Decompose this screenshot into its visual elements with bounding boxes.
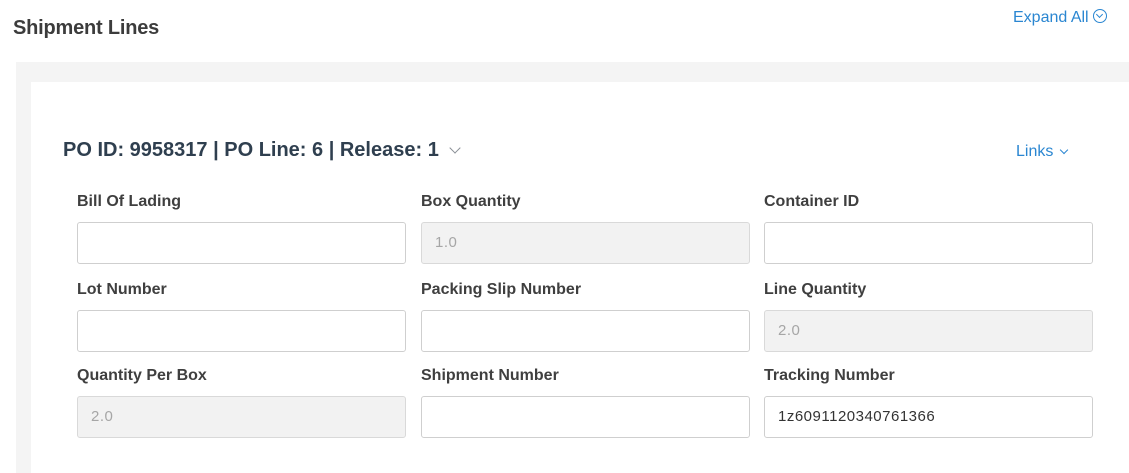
container-id-field: Container ID — [764, 193, 1095, 264]
shipment-line-header: PO ID: 9958317 | PO Line: 6 | Release: 1 — [63, 139, 461, 162]
tracking-number-label: Tracking Number — [764, 367, 895, 384]
shipment-line-title: PO ID: 9958317 | PO Line: 6 | Release: 1 — [63, 139, 439, 161]
bill-of-lading-input[interactable] — [77, 222, 406, 264]
chevron-down-icon[interactable] — [449, 142, 461, 154]
box-quantity-label: Box Quantity — [421, 193, 521, 210]
lot-number-field: Lot Number — [77, 281, 408, 352]
tracking-number-input[interactable]: 1z6091120340761366 — [764, 396, 1093, 438]
bill-of-lading-field: Bill Of Lading — [77, 193, 408, 264]
shipment-number-label: Shipment Number — [421, 367, 559, 384]
line-quantity-field: Line Quantity 2.0 — [764, 281, 1095, 352]
quantity-per-box-label: Quantity Per Box — [77, 367, 207, 384]
shipment-lines-page: Shipment Lines Expand All PO ID: 9958317… — [0, 0, 1129, 473]
links-label: Links — [1016, 143, 1054, 160]
line-quantity-label: Line Quantity — [764, 281, 867, 298]
packing-slip-number-input[interactable] — [421, 310, 750, 352]
section-title: Shipment Lines — [13, 17, 160, 39]
quantity-per-box-field: Quantity Per Box 2.0 — [77, 367, 408, 438]
quantity-per-box-input: 2.0 — [77, 396, 406, 438]
packing-slip-number-label: Packing Slip Number — [421, 281, 582, 298]
circle-chevron-down-icon — [1092, 9, 1107, 23]
shipment-number-input[interactable] — [421, 396, 750, 438]
lot-number-label: Lot Number — [77, 281, 167, 298]
shipment-number-field: Shipment Number — [421, 367, 752, 438]
expand-all-label: Expand All — [1013, 9, 1089, 26]
container-id-label: Container ID — [764, 193, 860, 210]
links-dropdown[interactable]: Links — [1016, 143, 1069, 161]
bill-of-lading-label: Bill Of Lading — [77, 193, 181, 210]
container-id-input[interactable] — [764, 222, 1093, 264]
box-quantity-input: 1.0 — [421, 222, 750, 264]
line-quantity-input: 2.0 — [764, 310, 1093, 352]
chevron-down-icon — [1060, 145, 1069, 155]
expand-all-button[interactable]: Expand All — [1013, 9, 1107, 27]
tracking-number-field: Tracking Number 1z6091120340761366 — [764, 367, 1095, 438]
packing-slip-number-field: Packing Slip Number — [421, 281, 752, 352]
box-quantity-field: Box Quantity 1.0 — [421, 193, 752, 264]
lot-number-input[interactable] — [77, 310, 406, 352]
